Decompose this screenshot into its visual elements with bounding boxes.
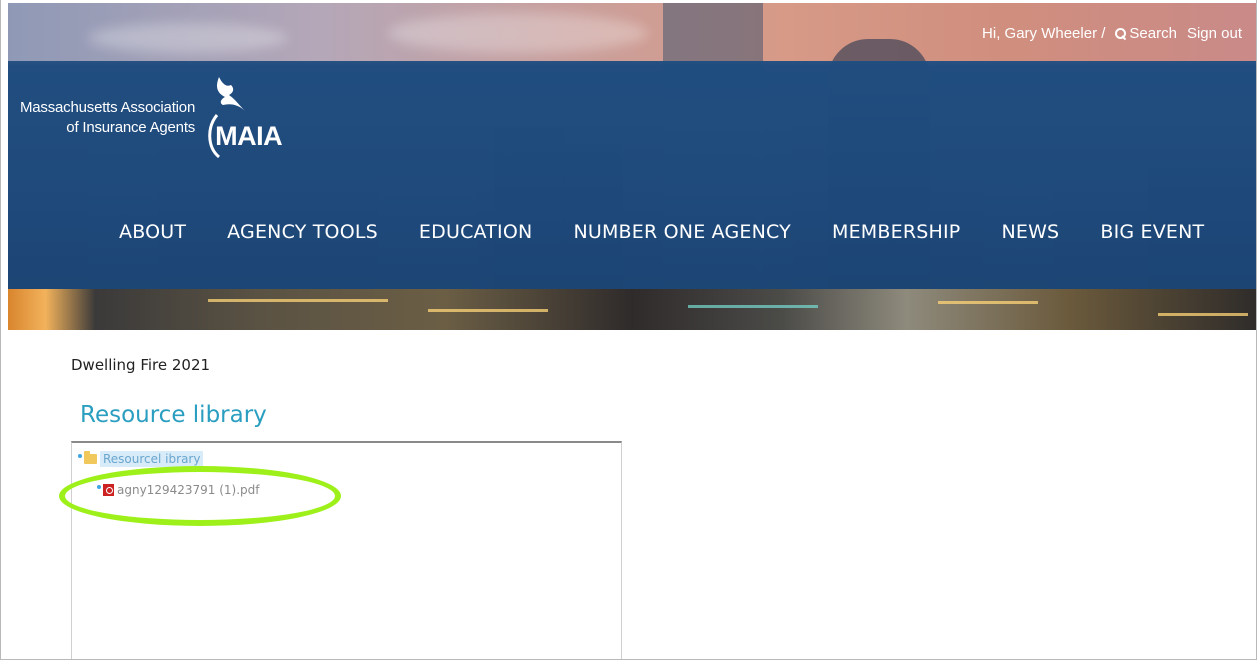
nav-item-education[interactable]: EDUCATION bbox=[419, 221, 533, 243]
logo-line-1: Massachusetts Association bbox=[20, 99, 196, 116]
tree-node-file[interactable]: agny129423791 (1).pdf bbox=[97, 483, 259, 497]
pdf-icon bbox=[103, 484, 114, 496]
tree-node-root-label[interactable]: Resourcel ibrary bbox=[100, 451, 204, 467]
resource-tree: Resourcel ibrary agny129423791 (1).pdf bbox=[71, 441, 622, 659]
nav-item-agency-tools[interactable]: AGENCY TOOLS bbox=[227, 221, 378, 243]
main-content: Dwelling Fire 2021 Resource library Reso… bbox=[1, 330, 1256, 659]
search-icon bbox=[1115, 28, 1127, 39]
nav-item-news[interactable]: NEWS bbox=[1001, 221, 1059, 243]
city-lights-strip bbox=[8, 289, 1256, 330]
browser-page: Hi, Gary Wheeler / Search Sign out Massa… bbox=[0, 0, 1257, 660]
file-dot-icon bbox=[97, 485, 101, 489]
logo-line-2: of Insurance Agents bbox=[66, 119, 196, 136]
resource-library-title: Resource library bbox=[80, 402, 267, 428]
nav-item-about[interactable]: ABOUT bbox=[119, 221, 186, 243]
nav-item-big-event[interactable]: BIG EVENT bbox=[1100, 221, 1204, 243]
tree-node-file-label[interactable]: agny129423791 (1).pdf bbox=[117, 483, 259, 497]
search-link[interactable]: Search bbox=[1115, 25, 1177, 42]
expand-dot-icon[interactable] bbox=[78, 454, 82, 458]
tree-node-root[interactable]: Resourcel ibrary bbox=[78, 451, 204, 467]
site-header: Hi, Gary Wheeler / Search Sign out Massa… bbox=[8, 3, 1256, 330]
folder-icon bbox=[84, 451, 97, 464]
user-greeting-link[interactable]: Hi, Gary Wheeler / bbox=[982, 25, 1105, 42]
nav-item-number-one-agency[interactable]: NUMBER ONE AGENCY bbox=[573, 221, 791, 243]
page-heading: Dwelling Fire 2021 bbox=[71, 356, 211, 374]
nav-item-membership[interactable]: MEMBERSHIP bbox=[832, 221, 960, 243]
user-bar: Hi, Gary Wheeler / Search Sign out bbox=[982, 25, 1242, 42]
main-nav: ABOUT AGENCY TOOLS EDUCATION NUMBER ONE … bbox=[119, 221, 1204, 243]
sign-out-link[interactable]: Sign out bbox=[1187, 25, 1242, 42]
site-logo[interactable]: Massachusetts Association of Insurance A… bbox=[20, 75, 293, 161]
logo-text: Massachusetts Association of Insurance A… bbox=[20, 98, 195, 138]
eagle-logo-icon: MAIA bbox=[205, 75, 293, 161]
logo-wordmark: MAIA bbox=[215, 121, 283, 151]
search-label: Search bbox=[1129, 25, 1177, 42]
